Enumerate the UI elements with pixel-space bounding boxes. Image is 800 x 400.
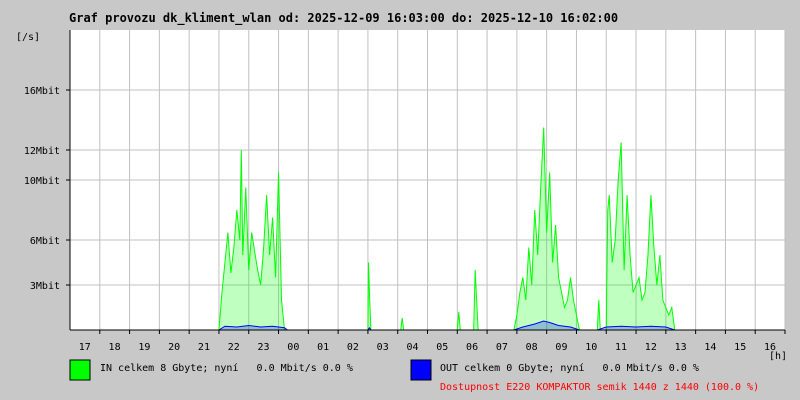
y-tick-label: 10Mbit (24, 176, 60, 187)
x-tick-label: 00 (287, 342, 299, 353)
out-legend-swatch (410, 359, 432, 381)
y-tick-label: 3Mbit (30, 281, 60, 292)
x-tick-label: 20 (168, 342, 180, 353)
x-tick-label: 19 (138, 342, 150, 353)
x-tick-label: 17 (79, 342, 91, 353)
y-tick-label: 16Mbit (24, 86, 60, 97)
traffic-graph: Graf provozu dk_kliment_wlan od: 2025-12… (16, 11, 787, 393)
x-tick-label: 02 (347, 342, 359, 353)
out-legend-label: OUT celkem 0 Gbyte; nyní 0.0 Mbit/s 0.0 … (440, 362, 699, 374)
x-tick-label: 18 (109, 342, 121, 353)
x-tick-label: 01 (317, 342, 329, 353)
y-axis-ticks: 3Mbit 6Mbit 10Mbit 12Mbit 16Mbit (24, 86, 70, 292)
x-tick-label: 05 (436, 342, 448, 353)
x-tick-label: 08 (526, 342, 538, 353)
x-tick-label: 12 (645, 342, 657, 353)
x-tick-label: 21 (198, 342, 210, 353)
x-tick-label: 14 (704, 342, 716, 353)
x-tick-label: 23 (258, 342, 270, 353)
y-axis-unit: [/s] (16, 32, 40, 43)
x-tick-label: 11 (615, 342, 627, 353)
x-tick-label: 09 (555, 342, 567, 353)
x-tick-label: 10 (585, 342, 597, 353)
x-tick-label: 03 (377, 342, 389, 353)
x-tick-label: 15 (734, 342, 746, 353)
x-tick-label: 22 (228, 342, 240, 353)
x-axis-unit: [h] (769, 351, 787, 362)
y-tick-label: 6Mbit (30, 236, 60, 247)
availability-text: Dostupnost E220 KOMPAKTOR semik 1440 z 1… (440, 382, 759, 393)
in-legend-swatch (69, 359, 91, 381)
x-tick-label: 06 (466, 342, 478, 353)
x-tick-label: 07 (496, 342, 508, 353)
x-tick-label: 13 (675, 342, 687, 353)
x-axis-ticks: 17 18 19 20 21 22 23 00 01 02 03 04 05 06 07 08 09 10 11 12… (79, 330, 786, 353)
graph-title: Graf provozu dk_kliment_wlan od: 2025-12… (69, 11, 618, 26)
x-tick-label: 04 (406, 342, 418, 353)
y-tick-label: 12Mbit (24, 146, 60, 157)
in-legend-label: IN celkem 8 Gbyte; nyní 0.0 Mbit/s 0.0 % (100, 362, 353, 374)
